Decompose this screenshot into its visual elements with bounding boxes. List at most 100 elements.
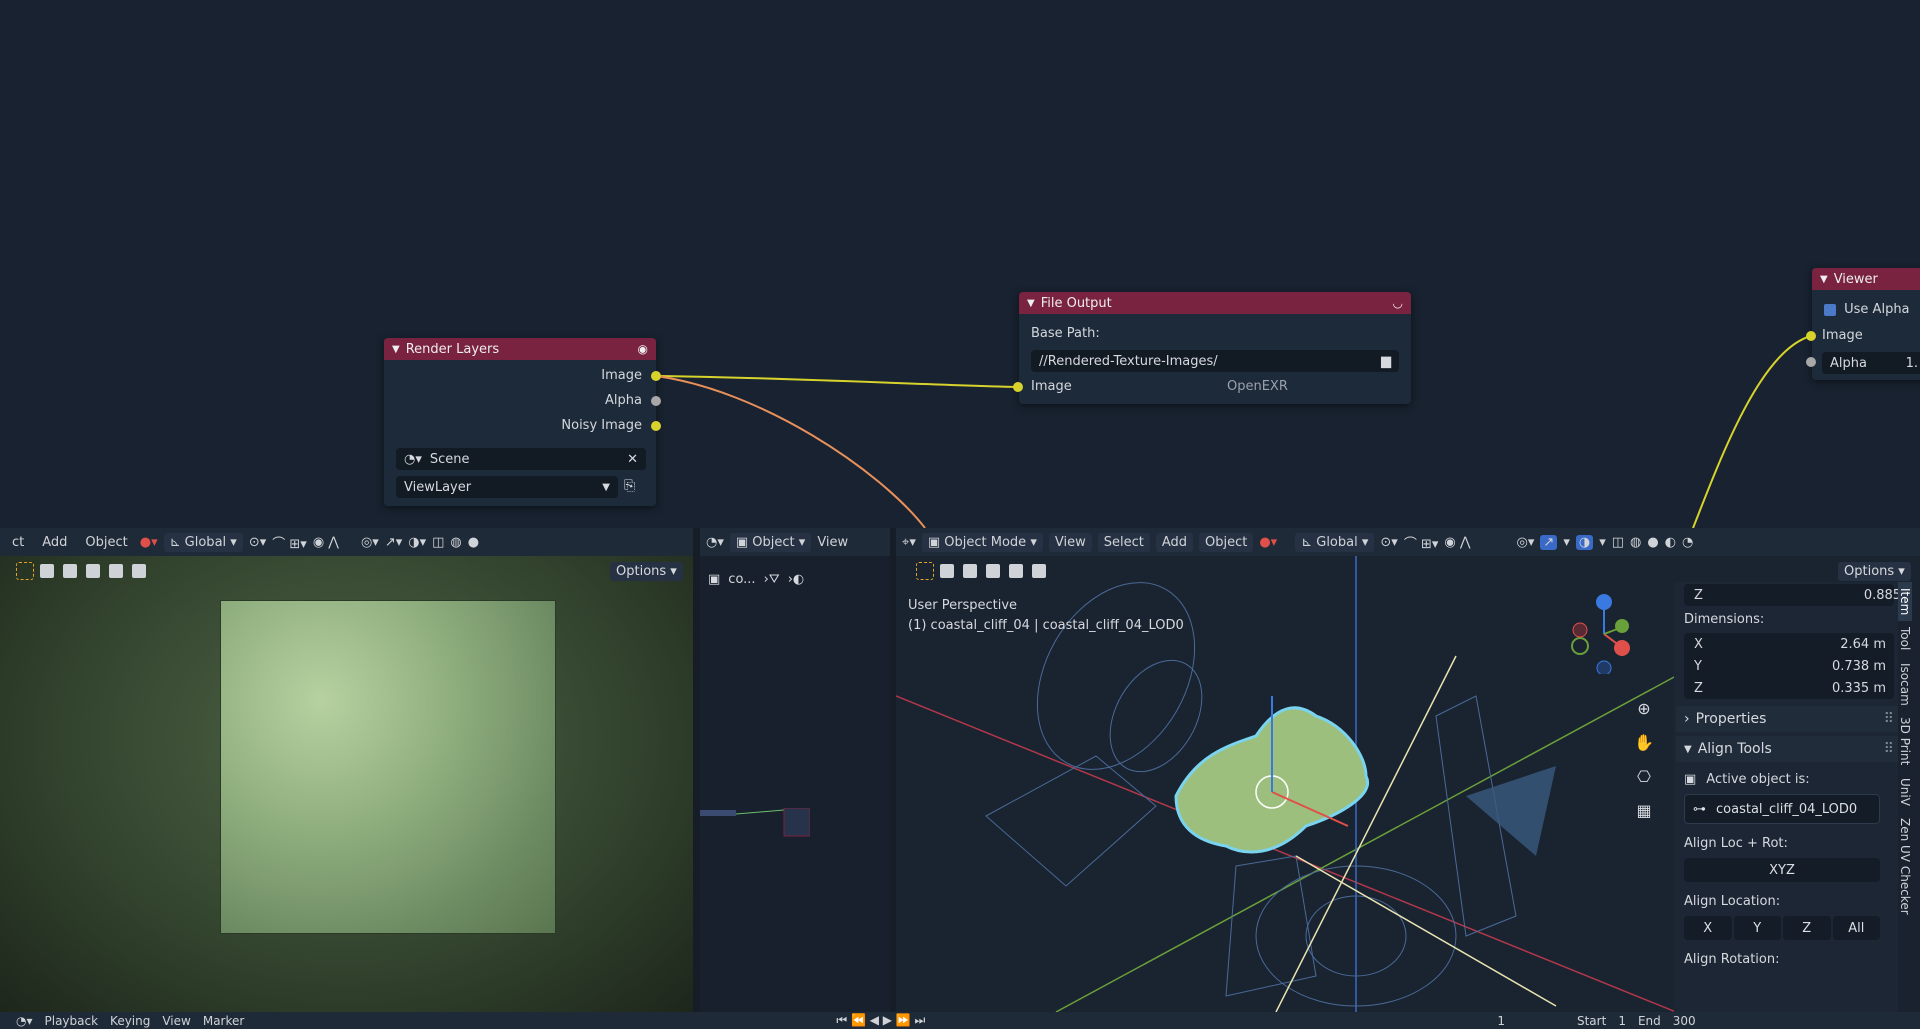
- snap-icon[interactable]: ⌒ ⊞▾: [1404, 533, 1439, 552]
- menu-keying[interactable]: Keying: [110, 1014, 150, 1028]
- rendered-shading-icon[interactable]: ◔: [1682, 535, 1693, 550]
- menu-object[interactable]: Object: [79, 533, 133, 552]
- visibility-icon[interactable]: ◎▾: [361, 535, 379, 550]
- folder-icon[interactable]: ▆: [1381, 354, 1391, 369]
- render-layers-header[interactable]: ▼ Render Layers ◉: [384, 338, 656, 360]
- viewer-header[interactable]: ▼ Viewer: [1812, 268, 1920, 290]
- pivot-icon[interactable]: ⊙▾: [1380, 535, 1397, 550]
- view-menu[interactable]: View: [817, 535, 848, 550]
- viewer-node[interactable]: ▼ Viewer Use Alpha Image Alpha 1.: [1812, 268, 1920, 380]
- transform-orientation-dropdown[interactable]: ⊾ Global ▾: [163, 532, 243, 552]
- image-editor[interactable]: ct Add Object ●▾ ⊾ Global ▾ ⊙▾ ⌒ ⊞▾ ◉ ⋀ …: [0, 528, 693, 1012]
- align-xyz-button[interactable]: XYZ: [1684, 858, 1880, 882]
- proportional-icon[interactable]: ◉ ⋀: [1444, 535, 1470, 550]
- socket-viewer-alpha-in[interactable]: [1806, 357, 1816, 367]
- start-frame[interactable]: 1: [1618, 1014, 1626, 1028]
- base-path-input[interactable]: //Rendered-Texture-Images/ ▆: [1031, 350, 1399, 372]
- use-alpha-checkbox[interactable]: Use Alpha: [1824, 302, 1910, 317]
- select-mode-subtract-icon[interactable]: [86, 564, 100, 578]
- perspective-toggle-icon[interactable]: ▦: [1632, 798, 1656, 822]
- socket-alpha-out[interactable]: [651, 396, 661, 406]
- properties-panel-header[interactable]: › Properties ⠿: [1676, 706, 1900, 732]
- menu-view[interactable]: View: [1048, 532, 1092, 552]
- socket-file-output-in[interactable]: [1013, 382, 1023, 392]
- menu-playback[interactable]: Playback: [45, 1014, 99, 1028]
- snap-icon[interactable]: ⌒ ⊞▾: [272, 533, 307, 552]
- node-group-icon[interactable]: ›⛛: [764, 572, 780, 587]
- navigation-gizmo[interactable]: [1568, 594, 1638, 674]
- socket-viewer-image-in[interactable]: [1806, 331, 1816, 341]
- view-layer-selector[interactable]: ViewLayer ▼: [396, 476, 618, 498]
- record-icon[interactable]: ●▾: [1259, 535, 1277, 550]
- uv-options-button[interactable]: Options ▾: [610, 562, 683, 581]
- menu-view[interactable]: View: [162, 1014, 190, 1028]
- drag-handle-icon[interactable]: ⠿: [1884, 741, 1894, 757]
- node-collapse-icon[interactable]: ◡: [1393, 296, 1403, 310]
- select-mode-new-icon[interactable]: [940, 564, 954, 578]
- gizmo-dropdown-icon[interactable]: ▾: [1563, 535, 1570, 550]
- render-layers-node[interactable]: ▼ Render Layers ◉ Image Alpha Noisy Imag…: [384, 338, 656, 506]
- visibility-icon[interactable]: ◎▾: [1517, 535, 1535, 550]
- align-loc-y-button[interactable]: Y: [1733, 916, 1781, 940]
- object-mode-dropdown[interactable]: ▣ Object ▾: [729, 532, 812, 552]
- scene-selector[interactable]: ◔▾ Scene ✕: [396, 448, 646, 470]
- zoom-icon[interactable]: ⊕: [1632, 696, 1656, 720]
- pan-hand-icon[interactable]: ✋: [1632, 730, 1656, 754]
- timeline-editor-icon[interactable]: ◔▾: [16, 1014, 33, 1028]
- align-tools-panel-header[interactable]: ▼ Align Tools ⠿: [1676, 736, 1900, 762]
- location-z-row[interactable]: Z 0.885 🔓: [1684, 584, 1920, 606]
- current-frame[interactable]: 1: [1497, 1014, 1505, 1028]
- record-icon[interactable]: ●▾: [140, 535, 158, 550]
- file-output-node[interactable]: ▼ File Output ◡ Base Path: //Rendered-Te…: [1019, 292, 1411, 404]
- solid-shading-icon[interactable]: ●: [468, 535, 479, 550]
- copy-icon[interactable]: ⎘: [624, 478, 635, 494]
- tab-item[interactable]: Item: [1898, 582, 1912, 622]
- gizmo-icon[interactable]: ↗▾: [385, 535, 402, 550]
- gizmo-icon[interactable]: ↗: [1540, 534, 1558, 550]
- align-loc-x-button[interactable]: X: [1684, 916, 1732, 940]
- editor-type-icon[interactable]: ◔▾: [706, 535, 724, 550]
- select-mode-new-icon[interactable]: [40, 564, 54, 578]
- file-output-format[interactable]: OpenEXR: [1227, 379, 1288, 394]
- compositor-node-editor[interactable]: ▼ Render Layers ◉ Image Alpha Noisy Imag…: [0, 0, 1920, 528]
- object-mode-dropdown[interactable]: ▣ Object Mode ▾: [921, 532, 1043, 552]
- socket-noisy-out[interactable]: [651, 421, 661, 431]
- select-tool-icon[interactable]: [16, 562, 34, 580]
- material-shading-icon[interactable]: ◐: [1665, 535, 1676, 550]
- select-mode-extend-icon[interactable]: [963, 564, 977, 578]
- end-frame[interactable]: 300: [1673, 1014, 1696, 1028]
- node-tree-icon[interactable]: ▣: [708, 572, 720, 587]
- menu-add[interactable]: Add: [1155, 532, 1193, 552]
- tab-isocam[interactable]: Isocam: [1898, 657, 1912, 712]
- select-mode-invert-icon[interactable]: [1009, 564, 1023, 578]
- select-mode-intersect-icon[interactable]: [132, 564, 146, 578]
- solid-shading-icon[interactable]: ●: [1647, 535, 1658, 550]
- select-mode-subtract-icon[interactable]: [986, 564, 1000, 578]
- pivot-icon[interactable]: ⊙▾: [249, 535, 266, 550]
- xray-icon[interactable]: ◫: [1612, 535, 1624, 550]
- select-tool-icon[interactable]: [916, 562, 934, 580]
- menu-select-partial[interactable]: ct: [6, 533, 30, 552]
- align-loc-all-button[interactable]: All: [1832, 916, 1880, 940]
- wireframe-shading-icon[interactable]: ◍: [450, 535, 461, 550]
- dimension-z-row[interactable]: Z 0.335 m: [1684, 677, 1894, 699]
- menu-select[interactable]: Select: [1097, 532, 1150, 552]
- align-loc-z-button[interactable]: Z: [1783, 916, 1831, 940]
- viewer-alpha-field[interactable]: Alpha 1.: [1822, 352, 1920, 374]
- file-output-header[interactable]: ▼ File Output ◡: [1019, 292, 1411, 314]
- clear-icon[interactable]: ✕: [627, 452, 638, 467]
- socket-image-out[interactable]: [651, 371, 661, 381]
- collapse-chevron-icon[interactable]: ▼: [1027, 298, 1035, 309]
- dimension-y-row[interactable]: Y 0.738 m: [1684, 655, 1894, 677]
- material-icon[interactable]: ›◐: [788, 572, 805, 587]
- collapse-chevron-icon[interactable]: ▼: [392, 344, 400, 355]
- xray-icon[interactable]: ◫: [432, 535, 444, 550]
- tab-univ[interactable]: UniV: [1898, 772, 1912, 812]
- overlay-dropdown-icon[interactable]: ▾: [1599, 535, 1606, 550]
- camera-view-icon[interactable]: ⎔: [1632, 764, 1656, 788]
- collapse-chevron-icon[interactable]: ▼: [1820, 274, 1828, 285]
- menu-object[interactable]: Object: [1199, 532, 1254, 552]
- select-mode-invert-icon[interactable]: [109, 564, 123, 578]
- small-node-editor[interactable]: ◔▾ ▣ Object ▾ View ▣ co... ›⛛ ›◐: [700, 528, 890, 1012]
- breadcrumb-item[interactable]: co...: [728, 572, 755, 587]
